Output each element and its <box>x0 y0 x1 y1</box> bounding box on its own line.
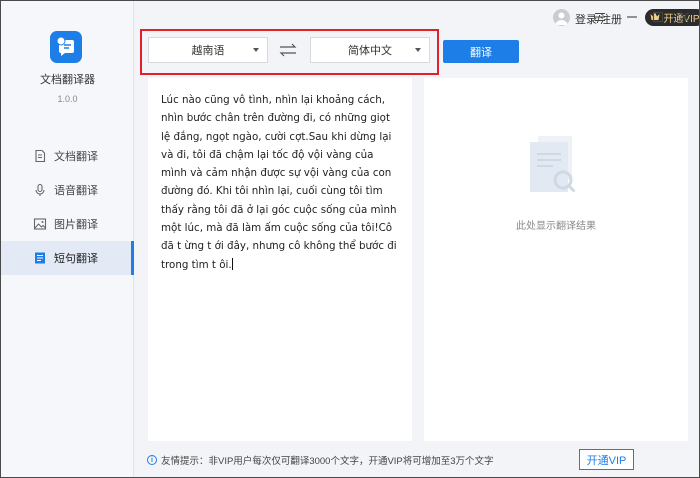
target-language-value: 简体中文 <box>348 45 392 57</box>
swap-languages-icon[interactable] <box>278 42 298 58</box>
source-text-area[interactable]: Lúc nào cũng vô tình, nhìn lại khoảng cá… <box>148 78 412 441</box>
result-panel: 此处显示翻译结果 <box>424 78 688 441</box>
image-icon <box>33 217 47 231</box>
app-name: 文档翻译器 <box>40 74 95 86</box>
footer-tip: i 友情提示：非VIP用户每次仅可翻译3000个文字，开通VIP将可增加至3万个… <box>147 453 494 467</box>
sidebar-item-document-translate[interactable]: 文档翻译 <box>1 139 134 173</box>
text-icon <box>33 251 47 265</box>
text-cursor <box>231 257 233 270</box>
info-icon: i <box>147 455 157 465</box>
sidebar-item-sentence-translate[interactable]: 短句翻译 <box>1 241 134 275</box>
sidebar-item-label: 语音翻译 <box>54 185 98 197</box>
chevron-down-icon <box>253 48 259 52</box>
sidebar-item-voice-translate[interactable]: 语音翻译 <box>1 173 134 207</box>
empty-result-icon <box>516 130 596 215</box>
document-icon <box>33 149 47 163</box>
app-version: 1.0.0 <box>57 94 78 104</box>
sidebar-item-label: 文档翻译 <box>54 151 98 163</box>
chevron-down-icon <box>415 48 421 52</box>
translate-button[interactable]: 翻译 <box>443 40 519 63</box>
sidebar-item-image-translate[interactable]: 图片翻译 <box>1 207 134 241</box>
result-placeholder: 此处显示翻译结果 <box>516 221 596 232</box>
source-language-value: 越南语 <box>191 45 225 57</box>
close-icon[interactable] <box>674 7 694 27</box>
minimize-icon[interactable] <box>622 7 642 27</box>
target-language-select[interactable]: 简体中文 <box>310 37 430 63</box>
source-language-select[interactable]: 越南语 <box>148 37 268 63</box>
avatar-icon[interactable] <box>553 9 570 26</box>
footer-vip-button[interactable]: 开通VIP <box>579 449 634 470</box>
source-text: Lúc nào cũng vô tình, nhìn lại khoảng cá… <box>161 94 397 271</box>
menu-icon[interactable] <box>590 7 610 27</box>
sidebar-item-label: 图片翻译 <box>54 219 98 231</box>
sidebar-item-label: 短句翻译 <box>54 253 98 265</box>
microphone-icon <box>33 183 47 197</box>
sidebar: 文档翻译器 1.0.0 文档翻译 语音翻译 图片翻译 短句翻译 <box>1 1 134 477</box>
app-window: 文档翻译器 1.0.0 文档翻译 语音翻译 图片翻译 短句翻译 登录/注册 越南… <box>0 0 700 478</box>
app-logo-icon <box>50 31 82 63</box>
footer-tip-text: 友情提示：非VIP用户每次仅可翻译3000个文字，开通VIP将可增加至3万个文字 <box>161 456 494 467</box>
sidebar-nav: 文档翻译 语音翻译 图片翻译 短句翻译 <box>1 139 134 275</box>
maximize-icon[interactable] <box>648 7 668 27</box>
